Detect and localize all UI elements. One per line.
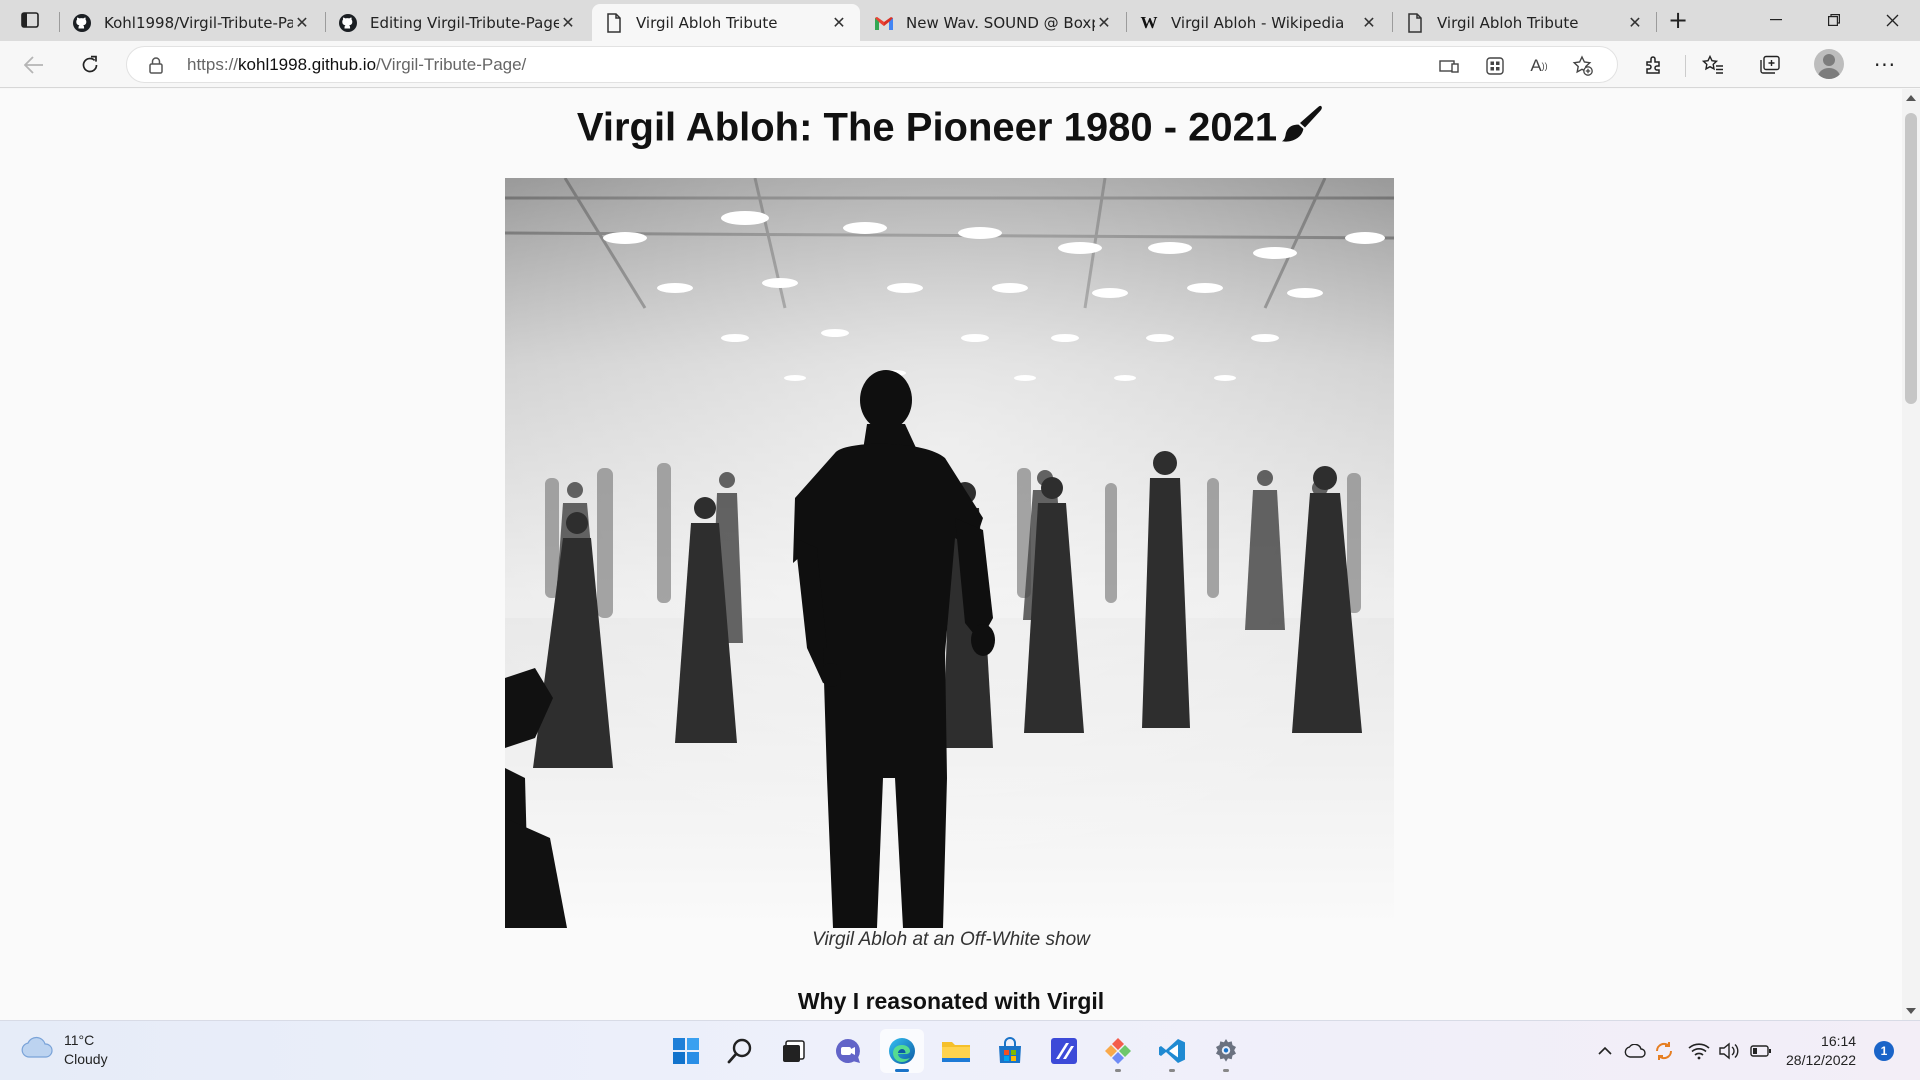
- system-clock[interactable]: 16:14 28/12/2022: [1786, 1032, 1856, 1070]
- task-view-icon[interactable]: [772, 1029, 816, 1073]
- cloud-icon: [20, 1036, 54, 1064]
- add-favorite-icon[interactable]: [1569, 52, 1597, 80]
- search-icon[interactable]: [718, 1029, 762, 1073]
- extensions-icon[interactable]: [1638, 49, 1670, 81]
- app-grid-icon[interactable]: [1481, 52, 1509, 80]
- close-icon[interactable]: ✕: [293, 13, 311, 32]
- page-title: Virgil Abloh: The Pioneer 1980 - 2021: [0, 103, 1902, 157]
- tab-github-repo[interactable]: Kohl1998/Virgil-Tribute-Page ✕: [60, 4, 323, 41]
- close-icon[interactable]: ✕: [1095, 13, 1113, 32]
- microsoft-store-icon[interactable]: [988, 1029, 1032, 1073]
- page-title-text: Virgil Abloh: The Pioneer 1980 - 2021: [576, 105, 1278, 150]
- weather-temperature: 11°C: [64, 1032, 95, 1048]
- lock-icon[interactable]: [147, 56, 165, 74]
- scroll-down-arrow-icon[interactable]: [1906, 1008, 1916, 1014]
- weather-condition: Cloudy: [64, 1051, 108, 1067]
- weather-widget[interactable]: 11°C Cloudy: [20, 1031, 108, 1069]
- close-icon[interactable]: ✕: [559, 13, 577, 32]
- tab-wikipedia[interactable]: W Virgil Abloh - Wikipedia ✕: [1127, 4, 1390, 41]
- device-icon[interactable]: [1435, 52, 1463, 80]
- git-client-icon[interactable]: [1096, 1029, 1140, 1073]
- tab-title: Virgil Abloh Tribute: [1437, 13, 1579, 32]
- close-icon[interactable]: ✕: [1360, 13, 1378, 32]
- file-explorer-icon[interactable]: [934, 1029, 978, 1073]
- refresh-button[interactable]: [74, 49, 106, 81]
- new-tab-button[interactable]: +: [1664, 6, 1692, 34]
- gmail-icon: [874, 13, 894, 33]
- wifi-icon[interactable]: [1688, 1040, 1710, 1062]
- close-icon[interactable]: ✕: [830, 13, 848, 32]
- tab-title: Editing Virgil-Tribute-Page/README.md: [370, 13, 559, 32]
- restore-button[interactable]: [1806, 0, 1862, 40]
- taskbar: 11°C Cloudy 16:14 28/12/2022 1: [0, 1020, 1920, 1080]
- edge-icon[interactable]: [880, 1029, 924, 1073]
- tab-github-editing[interactable]: Editing Virgil-Tribute-Page/README.md ✕: [326, 4, 589, 41]
- tab-virgil-tribute-2[interactable]: Virgil Abloh Tribute ✕: [1393, 4, 1656, 41]
- volume-icon[interactable]: [1718, 1040, 1740, 1062]
- page-viewport: Virgil Abloh: The Pioneer 1980 - 2021 Vi…: [0, 89, 1902, 1020]
- address-bar[interactable]: https://kohl1998.github.io/Virgil-Tribut…: [126, 46, 1618, 83]
- github-icon: [338, 13, 358, 33]
- tab-strip: Kohl1998/Virgil-Tribute-Page ✕ Editing V…: [0, 0, 1920, 41]
- vscode-icon[interactable]: [1150, 1029, 1194, 1073]
- read-aloud-icon[interactable]: A)): [1525, 52, 1553, 80]
- close-window-button[interactable]: [1864, 0, 1920, 40]
- paintbrush-icon: [1281, 103, 1325, 157]
- clock-time: 16:14: [1821, 1033, 1857, 1049]
- battery-icon[interactable]: [1750, 1040, 1772, 1062]
- section-heading: Why I reasonated with Virgil: [797, 988, 1105, 1014]
- tab-title: Kohl1998/Virgil-Tribute-Page: [104, 13, 293, 32]
- tab-gmail[interactable]: New Wav. SOUND @ Boxpark ✕: [862, 4, 1125, 41]
- github-icon: [72, 13, 92, 33]
- wikipedia-icon: W: [1140, 12, 1158, 32]
- chevron-up-icon[interactable]: [1594, 1040, 1616, 1062]
- sync-icon[interactable]: [1653, 1040, 1675, 1062]
- notification-badge[interactable]: 1: [1874, 1041, 1894, 1061]
- page-scrollbar[interactable]: [1902, 89, 1920, 1020]
- hero-image: [505, 178, 1394, 928]
- start-button[interactable]: [664, 1029, 708, 1073]
- tab-title: New Wav. SOUND @ Boxpark: [906, 13, 1095, 32]
- scroll-up-arrow-icon[interactable]: [1906, 95, 1916, 101]
- collections-icon[interactable]: [1754, 49, 1786, 81]
- tab-actions-icon[interactable]: [14, 8, 46, 32]
- settings-gear-icon[interactable]: [1204, 1029, 1248, 1073]
- minimize-button[interactable]: [1748, 0, 1804, 40]
- clock-date: 28/12/2022: [1786, 1052, 1857, 1068]
- page-icon: [1405, 12, 1425, 33]
- page-icon: [604, 12, 624, 33]
- address-toolbar: https://kohl1998.github.io/Virgil-Tribut…: [0, 41, 1920, 88]
- back-button[interactable]: [18, 49, 50, 81]
- tab-virgil-tribute-active[interactable]: Virgil Abloh Tribute ✕: [592, 4, 860, 41]
- url-text[interactable]: https://kohl1998.github.io/Virgil-Tribut…: [187, 55, 526, 75]
- profile-avatar[interactable]: [1814, 49, 1844, 79]
- scrollbar-thumb[interactable]: [1905, 113, 1917, 404]
- tab-title: Virgil Abloh - Wikipedia: [1171, 13, 1345, 32]
- onedrive-cloud-icon[interactable]: [1624, 1040, 1646, 1062]
- favorites-icon[interactable]: [1697, 49, 1729, 81]
- close-icon[interactable]: ✕: [1626, 13, 1644, 32]
- tab-title: Virgil Abloh Tribute: [636, 13, 778, 32]
- more-options-icon[interactable]: ···: [1869, 49, 1901, 81]
- image-caption: Virgil Abloh at an Off-White show: [812, 929, 1090, 950]
- pen-app-icon[interactable]: [1042, 1029, 1086, 1073]
- chat-icon[interactable]: [826, 1029, 870, 1073]
